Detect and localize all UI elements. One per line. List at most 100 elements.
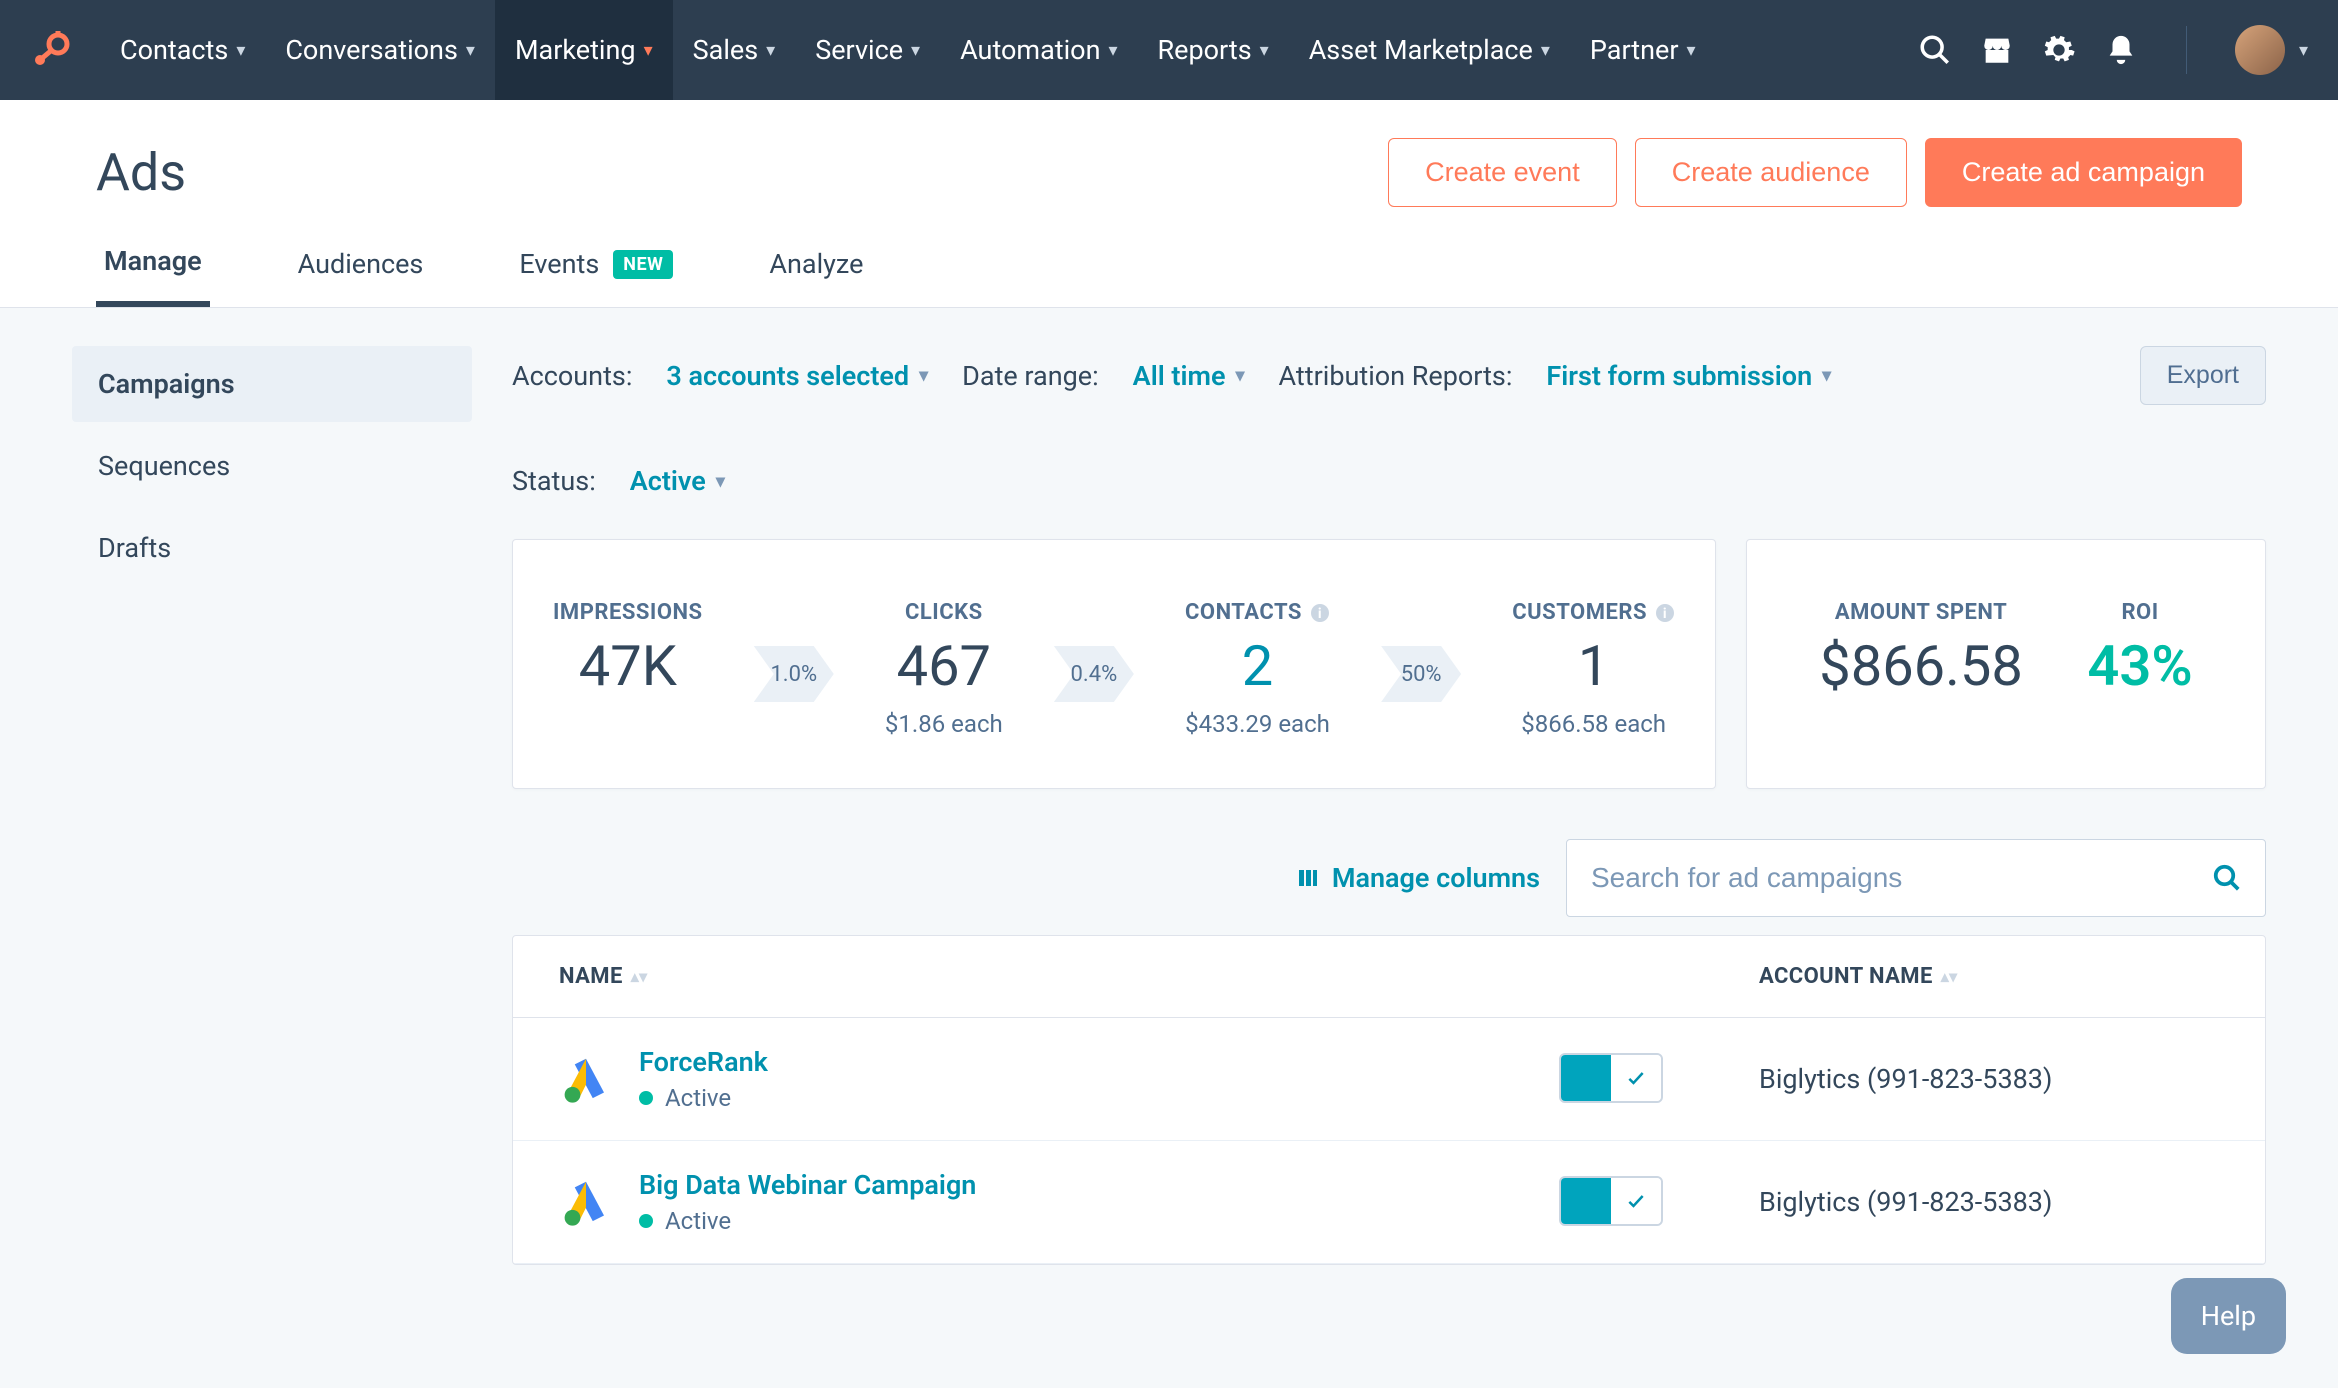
nav-conversations[interactable]: Conversations▾ <box>265 0 495 100</box>
sidebar-item-campaigns[interactable]: Campaigns <box>72 346 472 422</box>
info-icon[interactable]: i <box>1310 603 1330 623</box>
export-button[interactable]: Export <box>2140 346 2266 405</box>
svg-text:i: i <box>1663 606 1667 622</box>
metric-amount-spent: AMOUNT SPENT $866.58 <box>1819 600 2023 700</box>
sort-icon: ▴▾ <box>631 967 648 986</box>
filter-attribution-dropdown[interactable]: First form submission▾ <box>1546 360 1831 392</box>
chevron-down-icon: ▾ <box>2299 40 2308 61</box>
table-toolbar: Manage columns <box>512 839 2266 917</box>
funnel-card: IMPRESSIONS 47K 1.0% CLICKS 467 $1.86 ea… <box>512 539 1716 789</box>
nav-contacts[interactable]: Contacts▾ <box>100 0 265 100</box>
nav-utility-icons: ▾ <box>1918 25 2308 75</box>
bell-icon[interactable] <box>2104 33 2138 67</box>
check-icon <box>1626 1068 1646 1088</box>
column-header-name[interactable]: NAME▴▾ <box>559 964 1559 989</box>
campaign-status: Active <box>639 1207 976 1235</box>
metric-customers: CUSTOMERSi 1 $866.58 each <box>1512 600 1675 738</box>
metric-impressions: IMPRESSIONS 47K <box>553 600 703 700</box>
chevron-down-icon: ▾ <box>1822 365 1831 386</box>
filter-accounts-dropdown[interactable]: 3 accounts selected▾ <box>666 360 928 392</box>
table-row: Big Data Webinar Campaign Active Biglyti… <box>513 1141 2265 1264</box>
top-nav: Contacts▾ Conversations▾ Marketing▾ Sale… <box>0 0 2338 100</box>
search-wrap <box>1566 839 2266 917</box>
account-menu[interactable]: ▾ <box>2235 25 2308 75</box>
campaign-name-link[interactable]: Big Data Webinar Campaign <box>639 1169 976 1201</box>
filter-attribution-label: Attribution Reports: <box>1279 360 1513 392</box>
tab-analyze[interactable]: Analyze <box>761 245 871 307</box>
create-ad-campaign-button[interactable]: Create ad campaign <box>1925 138 2242 207</box>
sidebar-item-drafts[interactable]: Drafts <box>72 510 472 586</box>
tab-manage[interactable]: Manage <box>96 245 210 307</box>
table-header-row: NAME▴▾ ACCOUNT NAME▴▾ <box>513 936 2265 1018</box>
funnel-arrow: 1.0% <box>754 646 834 702</box>
help-button[interactable]: Help <box>2171 1278 2286 1354</box>
filter-date-label: Date range: <box>962 360 1099 392</box>
nav-automation[interactable]: Automation▾ <box>940 0 1137 100</box>
tab-events[interactable]: EventsNEW <box>511 245 681 307</box>
create-audience-button[interactable]: Create audience <box>1635 138 1907 207</box>
campaign-toggle[interactable] <box>1559 1053 1663 1103</box>
filter-bar: Accounts: 3 accounts selected▾ Date rang… <box>512 346 2266 497</box>
chevron-down-icon: ▾ <box>1541 40 1550 61</box>
filter-status-dropdown[interactable]: Active▾ <box>630 465 725 497</box>
nav-asset-marketplace[interactable]: Asset Marketplace▾ <box>1289 0 1570 100</box>
account-name: Biglytics (991-823-5383) <box>1759 1063 2219 1095</box>
status-dot-icon <box>639 1091 653 1105</box>
chevron-down-icon: ▾ <box>644 40 653 61</box>
search-icon[interactable] <box>1918 33 1952 67</box>
tab-audiences[interactable]: Audiences <box>290 245 432 307</box>
metrics-row: IMPRESSIONS 47K 1.0% CLICKS 467 $1.86 ea… <box>512 539 2266 789</box>
funnel-arrow: 50% <box>1381 646 1461 702</box>
create-event-button[interactable]: Create event <box>1388 138 1617 207</box>
campaign-status: Active <box>639 1084 768 1112</box>
manage-columns-button[interactable]: Manage columns <box>1296 862 1540 894</box>
account-name: Biglytics (991-823-5383) <box>1759 1186 2219 1218</box>
campaigns-table: NAME▴▾ ACCOUNT NAME▴▾ ForceRank Active <box>512 935 2266 1265</box>
nav-sales[interactable]: Sales▾ <box>673 0 796 100</box>
chevron-down-icon: ▾ <box>1687 40 1696 61</box>
main-content: Accounts: 3 accounts selected▾ Date rang… <box>512 346 2266 1265</box>
chevron-down-icon: ▾ <box>716 471 725 492</box>
hubspot-logo-icon[interactable] <box>30 30 70 70</box>
check-icon <box>1626 1191 1646 1211</box>
info-icon[interactable]: i <box>1655 603 1675 623</box>
metric-roi: ROI 43% <box>2087 600 2192 700</box>
chevron-down-icon: ▾ <box>1109 40 1118 61</box>
sidebar: Campaigns Sequences Drafts <box>72 346 472 1265</box>
nav-service[interactable]: Service▾ <box>795 0 940 100</box>
nav-reports[interactable]: Reports▾ <box>1138 0 1289 100</box>
page-header: Ads Create event Create audience Create … <box>0 100 2338 308</box>
column-header-account[interactable]: ACCOUNT NAME▴▾ <box>1759 964 2219 989</box>
funnel-arrow: 0.4% <box>1054 646 1134 702</box>
new-badge: NEW <box>613 250 673 279</box>
metric-contacts: CONTACTSi 2 $433.29 each <box>1185 600 1330 738</box>
sort-icon: ▴▾ <box>1941 967 1958 986</box>
campaign-name-link[interactable]: ForceRank <box>639 1046 768 1078</box>
nav-links: Contacts▾ Conversations▾ Marketing▾ Sale… <box>100 0 1716 100</box>
svg-text:i: i <box>1318 606 1322 622</box>
sidebar-item-sequences[interactable]: Sequences <box>72 428 472 504</box>
filter-accounts-label: Accounts: <box>512 360 632 392</box>
marketplace-icon[interactable] <box>1980 33 2014 67</box>
header-actions: Create event Create audience Create ad c… <box>1388 138 2242 207</box>
chevron-down-icon: ▾ <box>911 40 920 61</box>
search-input[interactable] <box>1566 839 2266 917</box>
search-icon[interactable] <box>2212 863 2242 893</box>
spend-card: AMOUNT SPENT $866.58 ROI 43% <box>1746 539 2266 789</box>
chevron-down-icon: ▾ <box>236 40 245 61</box>
google-ads-icon <box>559 1052 613 1106</box>
metric-clicks: CLICKS 467 $1.86 each <box>885 600 1003 738</box>
google-ads-icon <box>559 1175 613 1229</box>
filter-date-dropdown[interactable]: All time▾ <box>1133 360 1245 392</box>
chevron-down-icon: ▾ <box>919 365 928 386</box>
filter-status-label: Status: <box>512 465 596 497</box>
campaign-toggle[interactable] <box>1559 1176 1663 1226</box>
page-title: Ads <box>96 142 186 203</box>
nav-partner[interactable]: Partner▾ <box>1570 0 1716 100</box>
status-dot-icon <box>639 1214 653 1228</box>
avatar <box>2235 25 2285 75</box>
tabs: Manage Audiences EventsNEW Analyze <box>96 245 2242 307</box>
chevron-down-icon: ▾ <box>1236 365 1245 386</box>
nav-marketing[interactable]: Marketing▾ <box>495 0 673 100</box>
gear-icon[interactable] <box>2042 33 2076 67</box>
